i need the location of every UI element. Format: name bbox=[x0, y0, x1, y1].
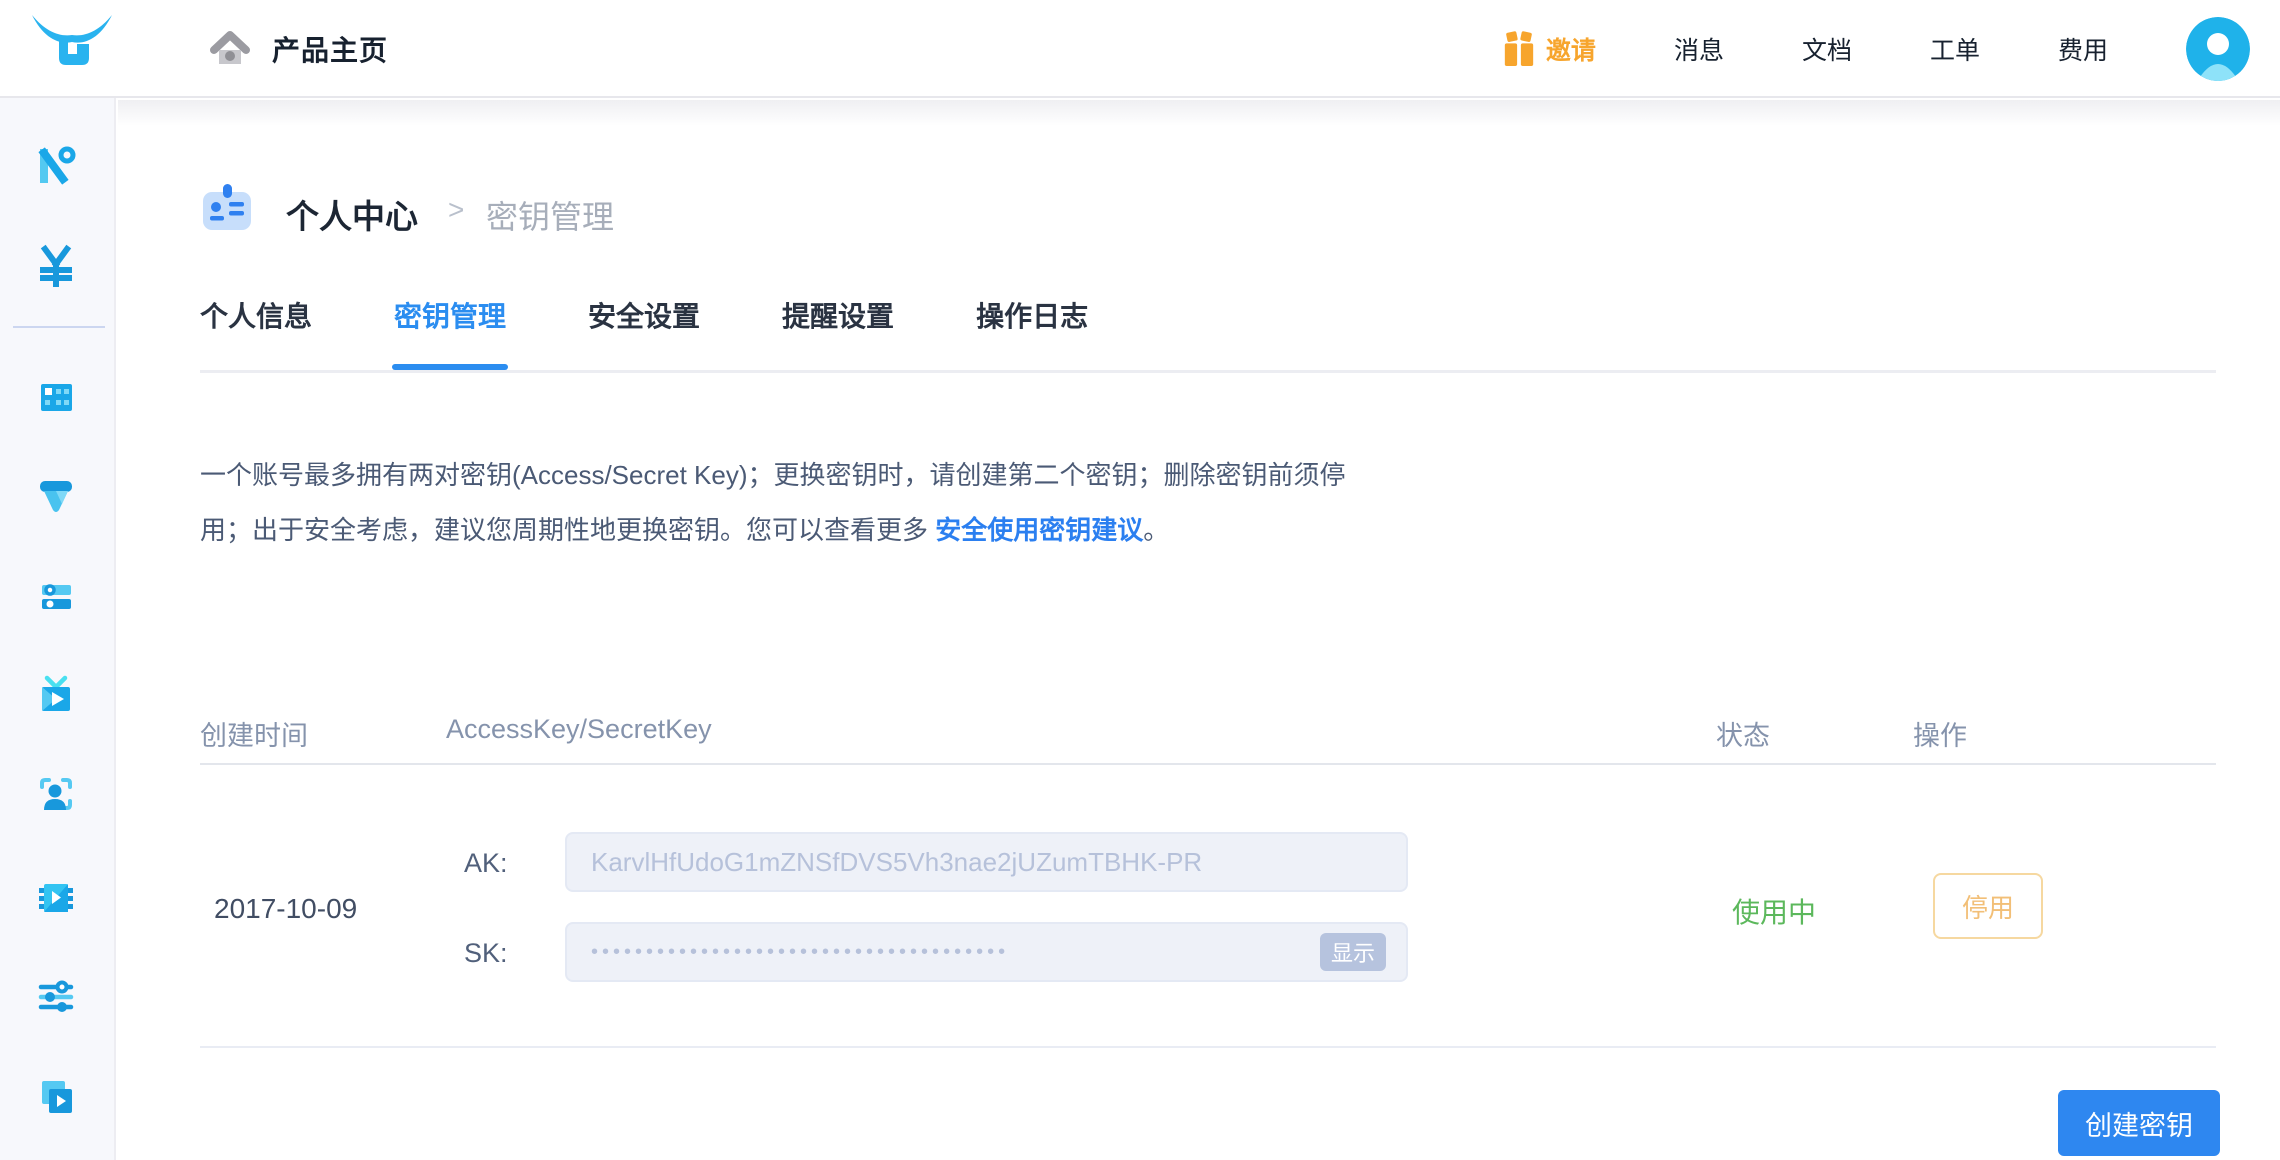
top-header: 产品主页 邀请 消息 文档 工单 费用 bbox=[0, 0, 2280, 98]
home-icon bbox=[210, 31, 250, 64]
tab-bar-divider bbox=[200, 370, 2216, 373]
nav-billing[interactable]: 费用 bbox=[2058, 31, 2108, 67]
nav-tickets[interactable]: 工单 bbox=[1930, 31, 1980, 67]
tab-reminder-settings[interactable]: 提醒设置 bbox=[782, 300, 894, 370]
key-management-page: 产品主页 邀请 消息 文档 工单 费用 个人中心 > 密钥管理 个人信息 密钥管… bbox=[0, 0, 2280, 1160]
user-avatar[interactable] bbox=[2186, 17, 2250, 81]
key-usage-notice: 一个账号最多拥有两对密钥(Access/Secret Key)；更换密钥时，请创… bbox=[200, 448, 1500, 558]
gift-icon bbox=[1504, 31, 1534, 66]
sidebar-item-media-tv-icon[interactable] bbox=[34, 673, 78, 717]
nav-invite-label: 邀请 bbox=[1545, 37, 1596, 65]
product-home-button[interactable]: 产品主页 bbox=[210, 0, 388, 98]
nav-invite[interactable]: 邀请 bbox=[1502, 30, 1596, 68]
status-badge: 使用中 bbox=[1732, 897, 1817, 928]
brand-logo-icon[interactable] bbox=[30, 12, 114, 72]
sidebar-item-funnel-icon[interactable] bbox=[34, 474, 78, 518]
notice-suffix: 。 bbox=[1143, 515, 1170, 545]
sidebar-divider bbox=[13, 326, 105, 328]
tab-operation-log[interactable]: 操作日志 bbox=[976, 300, 1088, 370]
access-key-value: KarvlHfUdoG1mZNSfDVS5Vh3nae2jUZumTBHK-PR bbox=[591, 846, 1203, 877]
table-row-divider bbox=[200, 1046, 2216, 1048]
product-home-label: 产品主页 bbox=[272, 35, 389, 66]
notice-line2: 用；出于安全考虑，建议您周期性地更换密钥。您可以查看更多 bbox=[200, 515, 936, 545]
tab-security-settings[interactable]: 安全设置 bbox=[588, 300, 700, 370]
notice-line1: 一个账号最多拥有两对密钥(Access/Secret Key)；更换密钥时，请创… bbox=[200, 460, 1346, 490]
disable-key-button[interactable]: 停用 bbox=[1933, 873, 2043, 939]
nav-messages[interactable]: 消息 bbox=[1674, 31, 1724, 67]
sidebar-item-equalizer-icon[interactable] bbox=[34, 974, 78, 1018]
created-date: 2017-10-09 bbox=[214, 893, 358, 924]
tab-bar: 个人信息 密钥管理 安全设置 提醒设置 操作日志 bbox=[200, 300, 1088, 370]
breadcrumb-parent[interactable]: 个人中心 bbox=[286, 190, 418, 238]
nav-docs[interactable]: 文档 bbox=[1802, 31, 1852, 67]
id-card-icon bbox=[203, 184, 251, 230]
sidebar-item-server-list-icon[interactable] bbox=[34, 574, 78, 618]
column-header-created: 创建时间 bbox=[200, 721, 308, 751]
sidebar-item-video-chip-icon[interactable] bbox=[34, 875, 78, 919]
sidebar-item-brand-n-icon[interactable] bbox=[34, 142, 78, 186]
sk-label: SK: bbox=[464, 938, 508, 968]
column-header-action: 操作 bbox=[1913, 721, 1967, 751]
sidebar-item-grid-panel-icon[interactable] bbox=[34, 375, 78, 419]
sidebar-item-video-library-icon[interactable] bbox=[34, 1075, 78, 1119]
sidebar bbox=[0, 98, 116, 1160]
access-key-field[interactable]: KarvlHfUdoG1mZNSfDVS5Vh3nae2jUZumTBHK-PR bbox=[565, 832, 1408, 892]
security-advice-link[interactable]: 安全使用密钥建议 bbox=[935, 515, 1143, 545]
table-header-divider bbox=[200, 763, 2216, 765]
sidebar-item-face-recognition-icon[interactable] bbox=[34, 772, 78, 816]
breadcrumb-current: 密钥管理 bbox=[486, 199, 615, 235]
sidebar-item-billing-yen-icon[interactable] bbox=[34, 243, 78, 287]
show-secret-button[interactable]: 显示 bbox=[1320, 933, 1386, 971]
secret-key-field[interactable]: •••••••••••••••••••••••••••••••••••••• 显… bbox=[565, 922, 1408, 982]
top-nav: 邀请 消息 文档 工单 费用 bbox=[1502, 0, 2250, 98]
ak-label: AK: bbox=[464, 848, 508, 878]
tab-key-management[interactable]: 密钥管理 bbox=[392, 300, 509, 370]
create-key-button[interactable]: 创建密钥 bbox=[2058, 1090, 2220, 1156]
content-top-shadow bbox=[118, 100, 2280, 126]
tab-personal-info[interactable]: 个人信息 bbox=[200, 300, 312, 370]
column-header-keys: AccessKey/SecretKey bbox=[446, 714, 712, 744]
column-header-status: 状态 bbox=[1716, 721, 1770, 751]
secret-key-masked-value: •••••••••••••••••••••••••••••••••••••• bbox=[591, 940, 1010, 963]
breadcrumb-separator-icon: > bbox=[448, 194, 465, 225]
